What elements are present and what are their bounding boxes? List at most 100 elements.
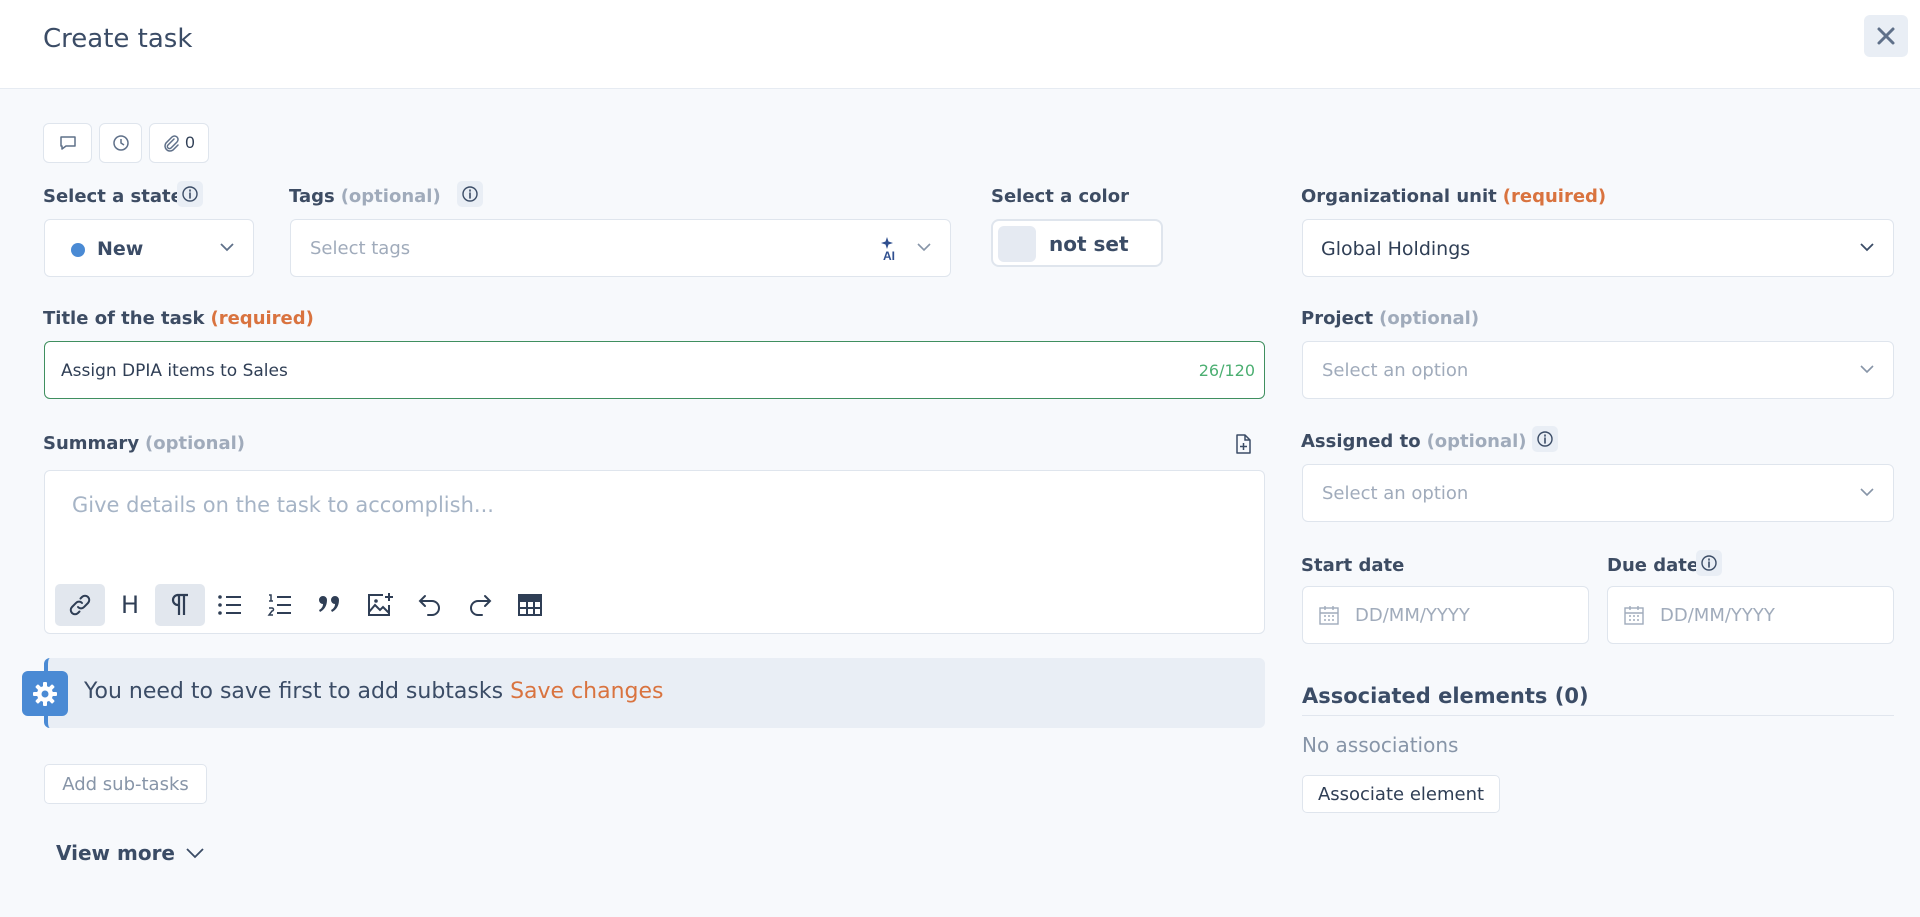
assigned-info-icon[interactable]	[1532, 426, 1558, 452]
table-button[interactable]	[505, 584, 555, 626]
summary-label-text: Summary	[43, 433, 140, 454]
due-date-placeholder: DD/MM/YYYY	[1660, 605, 1775, 626]
task-title-label: Title of the task (required)	[43, 308, 314, 329]
org-unit-select[interactable]: Global Holdings	[1302, 219, 1894, 277]
link-icon	[69, 594, 91, 616]
insert-image-button[interactable]	[355, 584, 405, 626]
image-plus-icon	[368, 593, 393, 616]
tags-label: Tags (optional)	[289, 186, 441, 207]
state-dot	[71, 243, 85, 257]
add-subtasks-button[interactable]: Add sub-tasks	[44, 764, 207, 804]
char-counter: 26/120	[1198, 361, 1255, 380]
color-value: not set	[1049, 232, 1129, 256]
due-date-input[interactable]: DD/MM/YYYY	[1607, 586, 1894, 644]
start-date-input[interactable]: DD/MM/YYYY	[1302, 586, 1589, 644]
associations-divider	[1302, 715, 1894, 716]
task-title-required: (required)	[210, 308, 314, 329]
save-changes-link[interactable]: Save changes	[510, 679, 663, 704]
attachments-button[interactable]: 0	[149, 123, 209, 163]
bullet-list-button[interactable]	[205, 584, 255, 626]
bullet-list-icon	[218, 595, 241, 615]
heading-icon: H	[120, 591, 140, 619]
calendar-icon	[1319, 606, 1339, 625]
state-label: Select a state	[43, 186, 183, 207]
tags-label-text: Tags	[289, 186, 335, 207]
settings-badge	[22, 671, 68, 716]
numbered-list-icon	[267, 594, 291, 616]
org-unit-required: (required)	[1502, 186, 1607, 207]
history-button[interactable]	[99, 123, 142, 163]
assigned-label-text: Assigned to	[1301, 431, 1421, 452]
ai-badge-text: AI	[883, 249, 895, 263]
close-button[interactable]	[1864, 15, 1908, 57]
heading-button[interactable]: H	[105, 584, 155, 626]
modal-title: Create task	[43, 24, 193, 54]
comments-button[interactable]	[43, 123, 92, 163]
tags-optional: (optional)	[340, 186, 441, 207]
associate-element-button[interactable]: Associate element	[1302, 775, 1500, 813]
state-info-icon[interactable]	[177, 181, 203, 207]
paragraph-button[interactable]	[155, 584, 205, 626]
undo-icon	[418, 595, 440, 616]
task-title-input[interactable]: Assign DPIA items to Sales 26/120	[44, 341, 1265, 399]
due-date-label: Due date	[1607, 555, 1700, 576]
color-label: Select a color	[991, 186, 1129, 207]
tags-info-icon[interactable]	[457, 181, 483, 207]
state-value: New	[97, 238, 144, 260]
state-select[interactable]: New	[44, 219, 254, 277]
chevron-down-icon	[186, 848, 204, 859]
start-date-placeholder: DD/MM/YYYY	[1355, 605, 1470, 626]
color-picker[interactable]: not set	[991, 219, 1163, 267]
summary-optional: (optional)	[145, 433, 246, 454]
org-unit-value: Global Holdings	[1321, 238, 1471, 260]
attachments-count: 0	[185, 133, 195, 152]
pilcrow-icon	[171, 593, 188, 615]
due-date-info-icon[interactable]	[1696, 550, 1722, 576]
chevron-down-icon	[917, 243, 931, 252]
save-first-banner: You need to save first to add subtasks S…	[44, 658, 1265, 728]
editor-toolbar: H	[55, 584, 555, 626]
chevron-down-icon	[1860, 365, 1874, 374]
redo-button[interactable]	[455, 584, 505, 626]
undo-button[interactable]	[405, 584, 455, 626]
view-more-toggle[interactable]: View more	[56, 841, 205, 865]
ai-sparkle-icon[interactable]: AI	[875, 237, 901, 263]
assigned-select[interactable]: Select an option	[1302, 464, 1894, 522]
table-icon	[518, 594, 542, 616]
numbered-list-button[interactable]	[255, 584, 305, 626]
assigned-optional: (optional)	[1426, 431, 1527, 452]
chevron-down-icon	[1860, 243, 1874, 252]
project-select[interactable]: Select an option	[1302, 341, 1894, 399]
template-icon[interactable]	[1234, 434, 1254, 456]
summary-placeholder: Give details on the task to accomplish..…	[72, 493, 494, 517]
close-icon	[1877, 27, 1895, 45]
assigned-placeholder: Select an option	[1322, 483, 1469, 504]
summary-label: Summary (optional)	[43, 433, 245, 454]
link-button[interactable]	[55, 584, 105, 626]
banner-text: You need to save first to add subtasks	[84, 679, 504, 704]
redo-icon	[470, 595, 492, 616]
quote-button[interactable]	[305, 584, 355, 626]
color-swatch	[998, 226, 1036, 262]
view-more-label: View more	[56, 841, 175, 865]
paperclip-icon	[164, 135, 180, 152]
clock-icon	[112, 135, 129, 151]
calendar-icon	[1624, 606, 1644, 625]
gear-icon	[33, 681, 57, 706]
summary-editor[interactable]: Give details on the task to accomplish..…	[44, 470, 1265, 634]
tags-placeholder: Select tags	[310, 238, 411, 259]
org-unit-label: Organizational unit (required)	[1301, 186, 1606, 207]
chevron-down-icon	[220, 243, 234, 252]
banner-message: You need to save first to add subtasks S…	[84, 679, 664, 704]
project-placeholder: Select an option	[1322, 360, 1469, 381]
project-label-text: Project	[1301, 308, 1374, 329]
chevron-down-icon	[1860, 488, 1874, 497]
associated-elements-title: Associated elements (0)	[1302, 684, 1589, 708]
assigned-label: Assigned to (optional)	[1301, 431, 1527, 452]
tags-select[interactable]: Select tags AI	[290, 219, 951, 277]
start-date-label: Start date	[1301, 555, 1405, 576]
modal-header: Create task	[0, 0, 1920, 89]
org-unit-label-text: Organizational unit	[1301, 186, 1497, 207]
project-label: Project (optional)	[1301, 308, 1479, 329]
task-title-label-text: Title of the task	[43, 308, 205, 329]
